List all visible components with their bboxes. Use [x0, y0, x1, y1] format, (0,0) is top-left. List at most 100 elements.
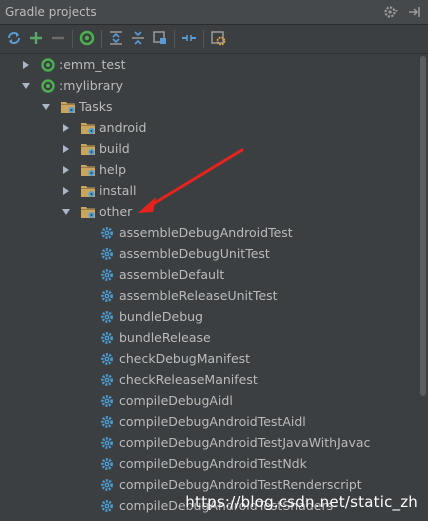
task-group-folder-icon	[80, 183, 96, 199]
task-label: assembleDebugAndroidTest	[119, 225, 293, 240]
panel-title: Gradle projects	[5, 5, 97, 19]
gear-icon	[100, 477, 116, 493]
task-group-folder-icon	[80, 162, 96, 178]
tree-item-task[interactable]: bundleRelease	[0, 327, 428, 348]
toolbar-separator	[101, 30, 102, 48]
tree-item-task-group[interactable]: other	[0, 201, 428, 222]
expand-all-button[interactable]	[105, 28, 127, 50]
gradle-project-icon	[40, 78, 56, 94]
task-label: compileDebugAndroidTestNdk	[119, 456, 307, 471]
chevron-down-icon[interactable]	[40, 96, 52, 117]
refresh-button[interactable]	[3, 28, 25, 50]
gradle-settings-button[interactable]	[207, 28, 229, 50]
chevron-down-icon[interactable]	[20, 75, 32, 96]
task-label: assembleReleaseUnitTest	[119, 288, 278, 303]
gradle-project-icon	[40, 57, 56, 73]
task-group-folder-icon	[80, 204, 96, 220]
collapse-all-icon	[130, 30, 146, 49]
gear-icon	[100, 414, 116, 430]
task-group-label: android	[99, 120, 147, 135]
gear-icon	[100, 225, 116, 241]
gear-icon	[100, 330, 116, 346]
add-button[interactable]	[25, 28, 47, 50]
task-label: checkReleaseManifest	[119, 372, 258, 387]
tree-item-task-group[interactable]: install	[0, 180, 428, 201]
tree-item-task[interactable]: compileDebugAndroidTestNdk	[0, 453, 428, 474]
task-group-folder-icon	[80, 141, 96, 157]
chevron-down-icon[interactable]	[60, 201, 72, 222]
scrollbar-thumb[interactable]	[420, 56, 426, 396]
task-folder-icon	[60, 99, 76, 115]
chevron-right-icon[interactable]	[60, 138, 72, 159]
execute-gradle-task-icon	[79, 30, 95, 49]
toolbar-separator	[203, 30, 204, 48]
attach-project-button[interactable]	[149, 28, 171, 50]
gear-icon	[100, 351, 116, 367]
tree-item-task[interactable]: bundleDebug	[0, 306, 428, 327]
task-label: compileDebugAidl	[119, 393, 233, 408]
chevron-right-icon[interactable]	[60, 117, 72, 138]
chevron-right-icon[interactable]	[60, 180, 72, 201]
task-label: checkDebugManifest	[119, 351, 251, 366]
add-icon	[29, 31, 43, 48]
panel-header: Gradle projects	[0, 0, 428, 25]
task-label: assembleDefault	[119, 267, 225, 282]
tree-item-task[interactable]: checkReleaseManifest	[0, 369, 428, 390]
gear-icon	[100, 246, 116, 262]
watermark-url: https://blog.csdn.net/static_zh	[185, 493, 418, 511]
gear-icon	[100, 393, 116, 409]
task-group-label: other	[99, 204, 133, 219]
gradle-toolbar	[0, 25, 428, 54]
attach-project-icon	[152, 30, 168, 49]
gear-icon	[100, 309, 116, 325]
remove-button[interactable]	[47, 28, 69, 50]
settings-gear-icon[interactable]	[383, 3, 399, 21]
tree-item-task-group[interactable]: build	[0, 138, 428, 159]
tree-item-task[interactable]: assembleReleaseUnitTest	[0, 285, 428, 306]
gradle-settings-icon	[210, 30, 226, 49]
tree-item-task-group[interactable]: android	[0, 117, 428, 138]
execute-task-button[interactable]	[76, 28, 98, 50]
task-group-label: install	[99, 183, 137, 198]
gradle-project-tree: :emm_test :mylibrary Tasks android build help…	[0, 54, 428, 521]
tree-item-task[interactable]: compileDebugAndroidTestRenderscript	[0, 474, 428, 495]
task-label: bundleDebug	[119, 309, 203, 324]
tree-item-task[interactable]: compileDebugAndroidTestJavaWithJavac	[0, 432, 428, 453]
refresh-icon	[6, 30, 22, 49]
tree-item-task-group[interactable]: help	[0, 159, 428, 180]
gear-icon	[100, 267, 116, 283]
chevron-right-icon[interactable]	[60, 159, 72, 180]
tree-scrollbar[interactable]	[418, 54, 428, 521]
collapse-all-button[interactable]	[127, 28, 149, 50]
tree-item-task[interactable]: compileDebugAndroidTestAidl	[0, 411, 428, 432]
expand-all-icon	[108, 30, 124, 49]
toggle-offline-icon	[181, 30, 197, 49]
task-label: assembleDebugUnitTest	[119, 246, 270, 261]
gear-icon	[100, 435, 116, 451]
gear-icon	[100, 372, 116, 388]
task-label: compileDebugAndroidTestRenderscript	[119, 477, 362, 492]
tree-item-project[interactable]: :mylibrary	[0, 75, 428, 96]
tree-item-project[interactable]: :emm_test	[0, 54, 428, 75]
project-label: :mylibrary	[59, 78, 124, 93]
toggle-offline-button[interactable]	[178, 28, 200, 50]
tree-item-task[interactable]: assembleDefault	[0, 264, 428, 285]
tree-item-task[interactable]: assembleDebugUnitTest	[0, 243, 428, 264]
tree-item-task[interactable]: assembleDebugAndroidTest	[0, 222, 428, 243]
tree-item-tasks[interactable]: Tasks	[0, 96, 428, 117]
hide-panel-icon[interactable]	[406, 3, 422, 21]
tree-item-task[interactable]: compileDebugAidl	[0, 390, 428, 411]
chevron-right-icon[interactable]	[20, 54, 32, 75]
project-label: :emm_test	[59, 57, 126, 72]
tree-item-task[interactable]: checkDebugManifest	[0, 348, 428, 369]
